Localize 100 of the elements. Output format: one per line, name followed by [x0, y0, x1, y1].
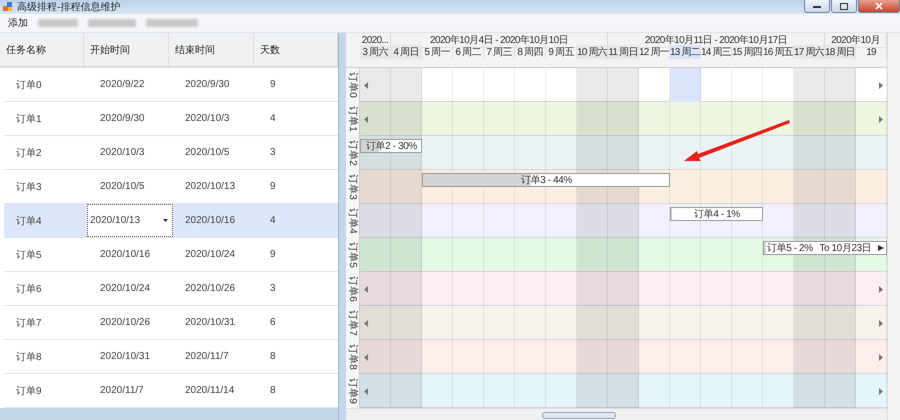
day-header[interactable]: 13 周二: [670, 45, 701, 59]
task-bar[interactable]: 订单5 - 2% To 10月23日: [763, 241, 887, 255]
column-header[interactable]: 开始时间: [84, 33, 169, 66]
table-cell-text: 订单7: [15, 316, 43, 330]
scroll-right-icon[interactable]: [879, 286, 883, 292]
table-cell-text: 订单8: [15, 350, 43, 364]
task-bar[interactable]: 订单2 - 30%: [360, 139, 422, 153]
day-header[interactable]: 7 周三: [484, 45, 515, 59]
task-bar[interactable]: 订单4 - 1%: [670, 207, 763, 221]
scroll-left-icon[interactable]: [364, 320, 368, 326]
day-header[interactable]: 8 周四: [515, 45, 546, 59]
table-cell-text: 订单4: [15, 214, 43, 228]
table-cell-text: 订单0: [15, 78, 43, 92]
task-bar-label: 订单4 - 1%: [694, 208, 740, 220]
table-cell-text: 2020/10/26: [184, 282, 236, 296]
maximize-icon: [840, 2, 848, 10]
row-label: 订单3: [346, 174, 359, 200]
scroll-left-icon[interactable]: [364, 354, 368, 360]
app-icon: [3, 2, 13, 12]
table-cell-text: 2020/10/3: [99, 146, 146, 160]
table-cell-text: 2020/10/16: [99, 248, 152, 262]
task-bar-note: To 10月23日: [819, 242, 872, 254]
row-label: 订单2: [346, 140, 359, 166]
table-cell-text: 2020/10/5: [99, 180, 146, 194]
scroll-left-icon[interactable]: [364, 388, 368, 394]
scroll-left-icon[interactable]: [364, 116, 368, 122]
row-label: 订单8: [346, 344, 359, 370]
column-header[interactable]: 结束时间: [169, 33, 254, 66]
task-bar-label: 订单3 - 44%: [521, 174, 572, 186]
table-cell-text: 2020/11/7: [99, 384, 145, 398]
table-cell-text: 订单9: [15, 384, 43, 398]
table-cell-text: 订单1: [15, 112, 43, 126]
scroll-right-icon[interactable]: [879, 388, 883, 394]
row-label: 订单1: [346, 106, 359, 132]
table-cell-text: 2020/10/16: [184, 214, 236, 228]
table-cell-text: 3: [269, 282, 277, 296]
table-cell-text: 2020/9/22: [99, 78, 146, 92]
blurred-menu-placeholder: [88, 19, 136, 27]
window-title: 高级排程-排程信息维护: [17, 0, 120, 14]
table-cell-text: 9: [269, 180, 277, 194]
day-header[interactable]: 3 周六: [360, 45, 391, 59]
blurred-menu-placeholder: [146, 19, 198, 27]
table-cell-text: 订单5: [15, 248, 43, 262]
blurred-menu-placeholder: [38, 19, 78, 27]
date-dropdown-field[interactable]: 2020/10/13: [87, 204, 173, 237]
column-header[interactable]: 任务名称: [0, 33, 84, 66]
table-cell-text: 8: [269, 350, 277, 364]
dropdown-caret-icon: [163, 219, 168, 222]
scroll-left-icon[interactable]: [364, 286, 368, 292]
minimize-button[interactable]: [804, 0, 830, 13]
scroll-right-icon[interactable]: [879, 354, 883, 360]
table-cell-text: 3: [269, 146, 277, 160]
table-row[interactable]: 订单4 2020/10/13 2020/10/16 4: [4, 204, 338, 238]
task-bar-label: 订单5 - 2%: [767, 242, 813, 254]
table-cell-text: 2020/9/30: [99, 112, 146, 126]
table-cell-text: 2020/10/31: [99, 350, 152, 364]
table-cell-text: 2020/10/31: [184, 316, 236, 330]
table-cell-text: 订单3: [15, 180, 43, 194]
task-bar-label: 订单2 - 30%: [366, 140, 417, 152]
row-label: 订单6: [346, 276, 359, 302]
day-header[interactable]: 14 周三: [701, 45, 732, 59]
scroll-right-icon[interactable]: [879, 82, 883, 88]
task-bar[interactable]: 订单3 - 44%: [422, 173, 670, 187]
close-button[interactable]: [858, 0, 900, 13]
table-cell-text: 订单2: [15, 146, 43, 160]
table-cell-text: 2020/11/14: [184, 384, 236, 398]
table-cell-text: 4: [269, 112, 277, 126]
day-header[interactable]: 6 周二: [453, 45, 484, 59]
day-header[interactable]: 11 周日: [608, 45, 639, 59]
day-header[interactable]: 4 周日: [391, 45, 422, 59]
table-cell-text: 2020/10/13: [184, 180, 236, 194]
menu-item[interactable]: 添加: [8, 16, 28, 30]
table-cell-text: 2020/10/3: [184, 112, 230, 126]
table-cell-text: 订单6: [15, 282, 43, 296]
vertical-scrollbar[interactable]: [887, 33, 900, 420]
horizontal-scrollbar[interactable]: [346, 408, 887, 420]
minimize-icon: [813, 4, 821, 8]
scroll-right-icon[interactable]: [879, 320, 883, 326]
table-cell-text: 2020/10/24: [184, 248, 236, 262]
row-label: 订单5: [346, 242, 359, 268]
scroll-right-icon[interactable]: [879, 116, 883, 122]
table-cell-text: 2020/10/24: [99, 282, 152, 296]
table-cell-text: 9: [269, 78, 277, 92]
scrollbar-thumb[interactable]: [542, 412, 616, 418]
table-cell-text: 2020/10/5: [184, 146, 230, 160]
close-icon: [875, 2, 883, 10]
row-label: 订单4: [346, 208, 359, 234]
row-label: 订单7: [346, 310, 359, 336]
maximize-button[interactable]: [831, 0, 857, 13]
day-header[interactable]: 18 周日: [825, 45, 856, 59]
day-header[interactable]: 5 周一: [422, 45, 453, 59]
table-cell-text: 2020/10/26: [99, 316, 152, 330]
table-cell-text: 8: [269, 384, 277, 398]
day-header[interactable]: 15 周四: [732, 45, 763, 59]
table-cell-text: 6: [269, 316, 277, 330]
row-label: 订单9: [346, 378, 359, 404]
scroll-left-icon[interactable]: [364, 82, 368, 88]
table-cell-text: 2020/9/30: [184, 78, 230, 92]
day-header[interactable]: 10 周六: [577, 45, 608, 59]
day-header[interactable]: 17 周六: [794, 45, 825, 59]
